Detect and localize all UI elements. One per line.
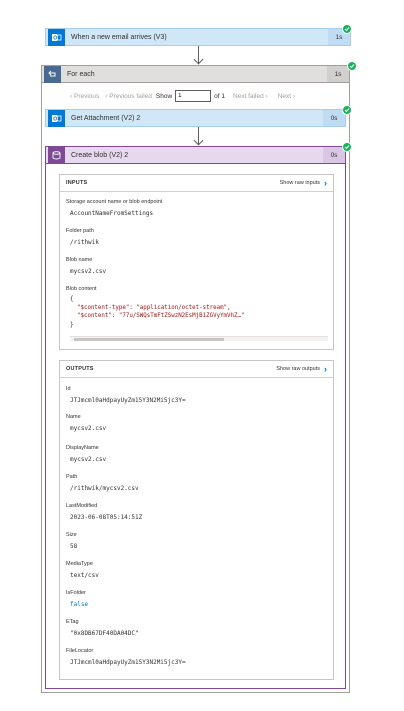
horizontal-scrollbar[interactable]: [70, 336, 328, 341]
previous-failed-button[interactable]: ‹ Previous failed: [105, 93, 152, 100]
flow-run-canvas: O When a new email arrives (V3) 1s For e…: [0, 0, 404, 711]
previous-button[interactable]: ‹ Previous: [70, 93, 99, 100]
outlook-icon: O: [48, 28, 65, 46]
step-title: When a new email arrives (V3): [71, 33, 167, 41]
field-label: Id: [66, 386, 71, 392]
show-label: Show: [155, 92, 173, 100]
field-label: IsFolder: [66, 590, 86, 596]
field-value: mycsv2.csv: [70, 456, 107, 463]
field-label: Size: [66, 532, 77, 538]
json-line: "$content-type": "application/octet-stre…: [70, 304, 231, 311]
trigger-step[interactable]: O When a new email arrives (V3) 1s: [45, 28, 351, 46]
next-failed-button[interactable]: Next failed ›: [233, 93, 268, 100]
field-value: text/csv: [70, 572, 99, 579]
step-title: For each: [67, 70, 95, 78]
outputs-header: OUTPUTS Show raw outputs ›: [60, 361, 333, 378]
success-check-icon: [342, 142, 352, 152]
step-duration: 1s: [327, 66, 349, 82]
arrowhead: [193, 54, 204, 65]
field-label: Path: [66, 474, 78, 480]
field-label: Name: [66, 414, 81, 420]
field-label: DisplayName: [66, 445, 99, 451]
field-label: MediaType: [66, 561, 93, 567]
chevron-right-icon: ›: [324, 177, 327, 188]
field-label: ETag: [66, 619, 79, 625]
success-check-icon: [342, 105, 352, 115]
json-line: "$content": "77u/SWQsTmFtZSwzN2EsMjB1ZGV…: [70, 313, 245, 319]
outputs-heading: OUTPUTS: [66, 366, 94, 372]
field-value: JTJmcml0aHdpayUyZm15Y3N2Mi5jc3Y=: [70, 397, 186, 404]
svg-text:O: O: [53, 35, 57, 41]
field-value: "0x8DB67DF40DA04DC": [70, 630, 139, 637]
field-label: LastModified: [66, 503, 98, 509]
field-value: mycsv2.csv: [70, 268, 107, 275]
outputs-panel: OUTPUTS Show raw outputs › Id JTJmcml0aH…: [59, 360, 334, 680]
inputs-header: INPUTS Show raw inputs ›: [60, 175, 333, 192]
field-label: FileLocator: [66, 648, 94, 654]
svg-text:O: O: [53, 116, 57, 122]
field-label: Blob name: [66, 257, 93, 263]
foreach-step[interactable]: For each 1s: [41, 65, 350, 83]
field-value: /rithwik: [70, 239, 99, 246]
field-value: mycsv2.csv: [70, 425, 107, 432]
page-count: of 1: [214, 92, 226, 100]
inputs-heading: INPUTS: [66, 180, 88, 186]
field-value: /rithwik/mycsv2.csv: [70, 485, 139, 492]
field-value: false: [70, 601, 89, 608]
show-raw-inputs-button[interactable]: Show raw inputs ›: [280, 177, 327, 188]
field-label: Blob content: [66, 286, 97, 292]
next-button[interactable]: Next ›: [278, 93, 295, 100]
field-label: Storage account name or blob endpoint: [66, 199, 163, 205]
loop-icon: [44, 65, 61, 83]
success-check-icon: [347, 61, 357, 71]
field-value: AccountNameFromSettings: [70, 210, 154, 217]
blob-content-viewer[interactable]: { "$content-type": "application/octet-st…: [70, 295, 330, 341]
iteration-pager: ‹ Previous ‹ Previous failed Show of 1 N…: [70, 90, 295, 102]
show-raw-outputs-button[interactable]: Show raw outputs ›: [276, 363, 327, 374]
get-attachment-step[interactable]: O Get Attachment (V2) 2 0s: [45, 109, 346, 127]
json-line: }: [70, 321, 74, 328]
field-value: 58: [70, 543, 78, 550]
create-blob-step[interactable]: Create blob (V2) 2 0s: [45, 146, 346, 164]
azure-blob-icon: [48, 146, 65, 164]
outlook-icon: O: [48, 109, 65, 127]
step-title: Get Attachment (V2) 2: [71, 114, 141, 122]
chevron-right-icon: ›: [324, 363, 327, 374]
scrollbar-thumb[interactable]: [74, 338, 224, 341]
field-value: 2023-06-08T05:14:51Z: [70, 514, 143, 521]
field-value: JTJmcml0aHdpayUyZm15Y3N2Mi5jc3Y=: [70, 659, 186, 666]
step-title: Create blob (V2) 2: [71, 151, 129, 159]
field-label: Folder path: [66, 228, 94, 234]
iteration-input[interactable]: [175, 90, 212, 102]
success-check-icon: [342, 24, 352, 34]
inputs-panel: INPUTS Show raw inputs › Storage account…: [59, 174, 334, 350]
json-line: {: [70, 296, 74, 302]
